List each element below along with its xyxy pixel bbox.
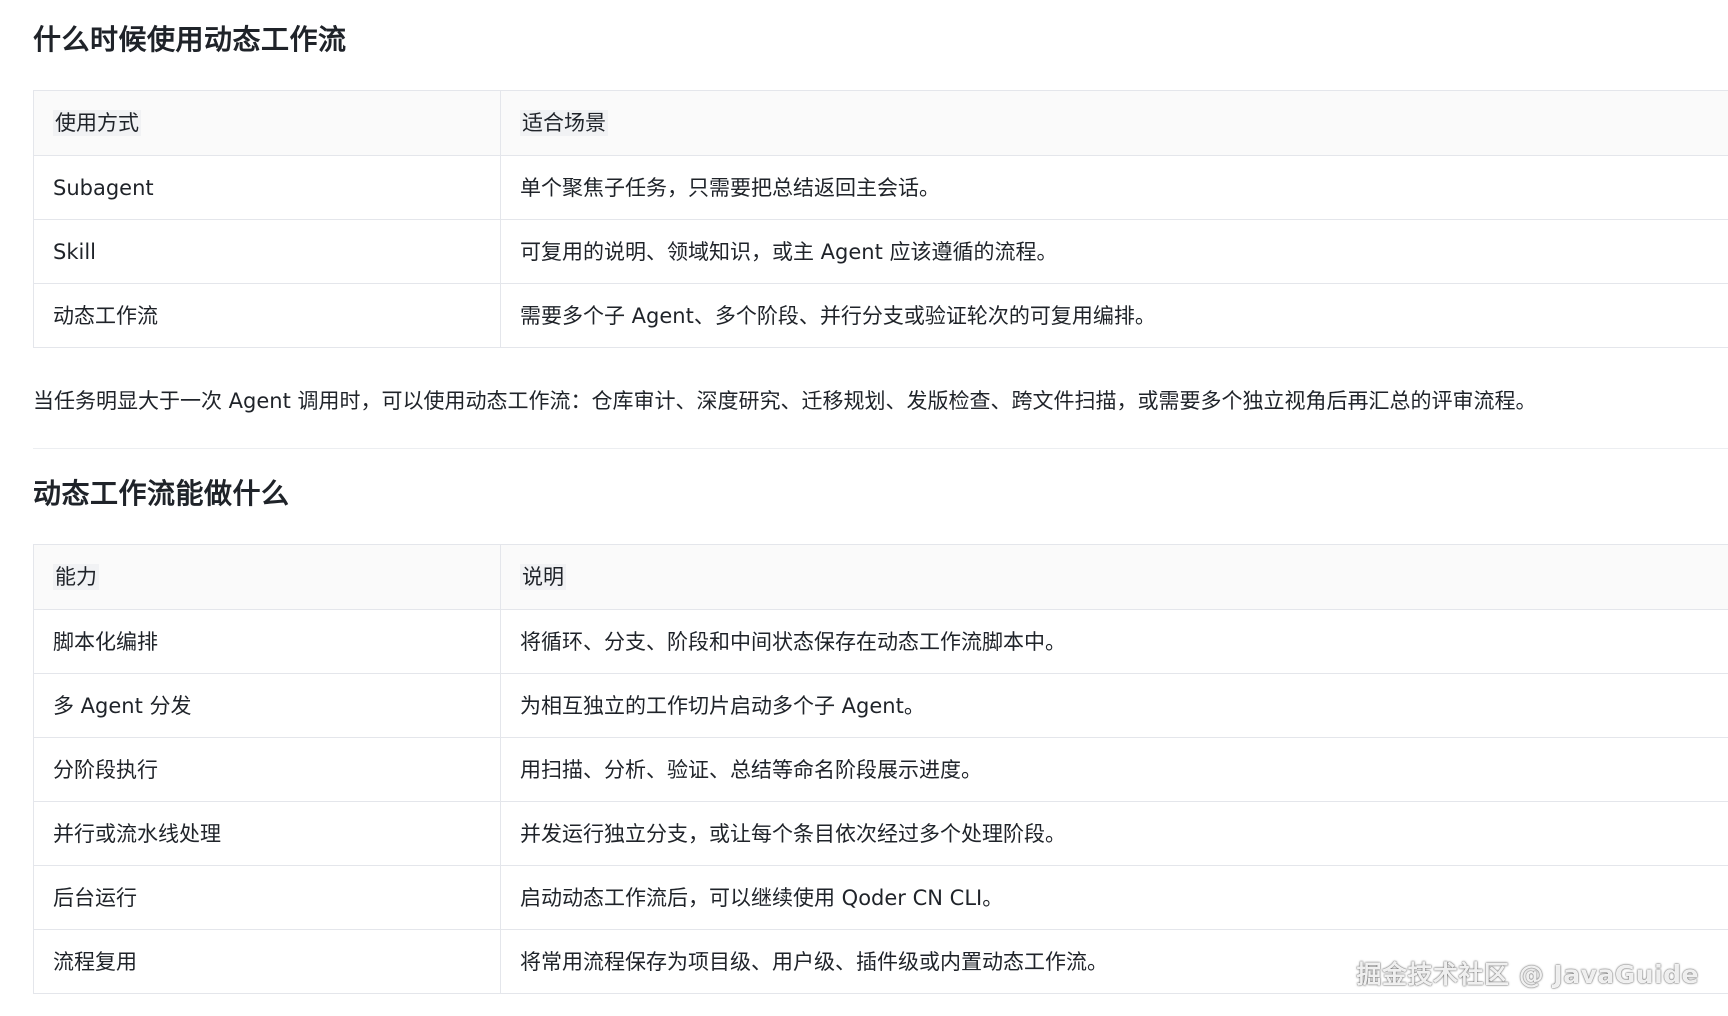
- table-row: 脚本化编排 将循环、分支、阶段和中间状态保存在动态工作流脚本中。: [33, 609, 1728, 674]
- table-cell: 可复用的说明、领域知识，或主 Agent 应该遵循的流程。: [500, 219, 1728, 284]
- table-cell: 为相互独立的工作切片启动多个子 Agent。: [500, 673, 1728, 738]
- table-cell: 并行或流水线处理: [33, 801, 501, 866]
- table-row: 后台运行 启动动态工作流后，可以继续使用 Qoder CN CLI。: [33, 865, 1728, 930]
- table-row: 多 Agent 分发 为相互独立的工作切片启动多个子 Agent。: [33, 673, 1728, 738]
- section-divider: [33, 448, 1728, 449]
- body-paragraph: 当任务明显大于一次 Agent 调用时，可以使用动态工作流：仓库审计、深度研究、…: [33, 389, 1537, 413]
- table-cell: 并发运行独立分支，或让每个条目依次经过多个处理阶段。: [500, 801, 1728, 866]
- table-cell: 单个聚焦子任务，只需要把总结返回主会话。: [500, 155, 1728, 220]
- table-row: Subagent 单个聚焦子任务，只需要把总结返回主会话。: [33, 155, 1728, 220]
- capabilities-table: 能力 说明 脚本化编排 将循环、分支、阶段和中间状态保存在动态工作流脚本中。 多…: [33, 544, 1728, 994]
- table-cell: 将循环、分支、阶段和中间状态保存在动态工作流脚本中。: [500, 609, 1728, 674]
- table-cell: 分阶段执行: [33, 737, 501, 802]
- table-cell: 脚本化编排: [33, 609, 501, 674]
- table-cell: Skill: [33, 219, 501, 284]
- table-header-cell: 能力: [33, 544, 501, 610]
- table-cell: 后台运行: [33, 865, 501, 930]
- table-header-cell: 说明: [500, 544, 1728, 610]
- section-heading-when-to-use: 什么时候使用动态工作流: [33, 23, 347, 56]
- table-header-cell: 使用方式: [33, 90, 501, 156]
- document-page: 什么时候使用动态工作流 使用方式 适合场景 Subagent 单个聚焦子任务，只…: [0, 0, 1728, 1016]
- section-heading-capabilities: 动态工作流能做什么: [33, 477, 290, 510]
- table-cell: 需要多个子 Agent、多个阶段、并行分支或验证轮次的可复用编排。: [500, 283, 1728, 348]
- table-header-row: 能力 说明: [33, 544, 1728, 610]
- usage-table: 使用方式 适合场景 Subagent 单个聚焦子任务，只需要把总结返回主会话。 …: [33, 90, 1728, 348]
- table-cell: 用扫描、分析、验证、总结等命名阶段展示进度。: [500, 737, 1728, 802]
- table-cell: 多 Agent 分发: [33, 673, 501, 738]
- table-row: 分阶段执行 用扫描、分析、验证、总结等命名阶段展示进度。: [33, 737, 1728, 802]
- table-cell: Subagent: [33, 155, 501, 220]
- table-row: Skill 可复用的说明、领域知识，或主 Agent 应该遵循的流程。: [33, 219, 1728, 284]
- table-cell: 流程复用: [33, 929, 501, 994]
- watermark: 掘金技术社区 @ JavaGuide: [1356, 960, 1699, 989]
- table-row: 动态工作流 需要多个子 Agent、多个阶段、并行分支或验证轮次的可复用编排。: [33, 283, 1728, 348]
- table-header-row: 使用方式 适合场景: [33, 90, 1728, 156]
- table-cell: 动态工作流: [33, 283, 501, 348]
- table-row: 并行或流水线处理 并发运行独立分支，或让每个条目依次经过多个处理阶段。: [33, 801, 1728, 866]
- table-header-cell: 适合场景: [500, 90, 1728, 156]
- table-cell: 启动动态工作流后，可以继续使用 Qoder CN CLI。: [500, 865, 1728, 930]
